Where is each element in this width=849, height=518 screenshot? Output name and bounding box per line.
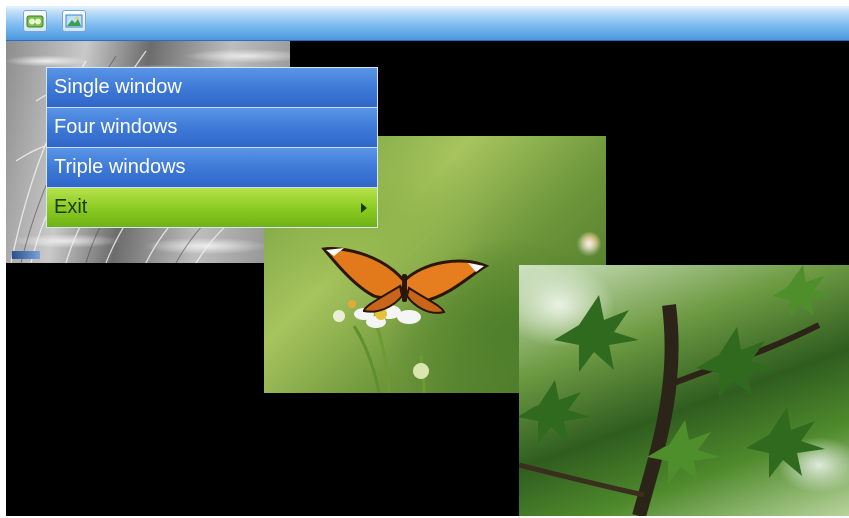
menu-item-triple-windows[interactable]: Triple windows	[47, 148, 377, 188]
window-layout-menu: Single window Four windows Triple window…	[46, 67, 378, 228]
top-toolbar	[6, 6, 849, 41]
menu-item-single-window[interactable]: Single window	[47, 68, 377, 108]
leaves-scene	[519, 265, 832, 516]
menu-item-label: Triple windows	[54, 156, 186, 178]
menu-item-label: Four windows	[54, 116, 178, 138]
media-button[interactable]	[23, 10, 47, 32]
media-icon	[26, 15, 44, 28]
menu-item-label: Single window	[54, 76, 182, 98]
photo-viewer-screen: Single window Four windows Triple window…	[6, 6, 849, 516]
watermark-logo	[12, 251, 40, 259]
chevron-right-icon	[361, 203, 367, 213]
menu-item-label: Exit	[54, 196, 88, 218]
picture-button[interactable]	[62, 10, 86, 32]
menu-item-exit[interactable]: Exit	[47, 188, 377, 227]
picture-icon	[65, 14, 83, 28]
photo-maple-leaves	[519, 265, 849, 516]
menu-item-four-windows[interactable]: Four windows	[47, 108, 377, 148]
